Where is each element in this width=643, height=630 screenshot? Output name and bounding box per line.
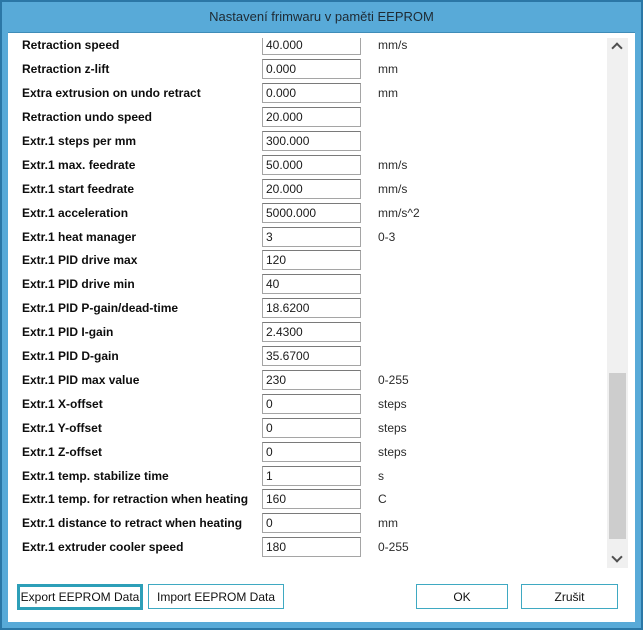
setting-label: Extr.1 temp. for retraction when heating — [22, 487, 248, 511]
setting-label: Extr.1 Y-offset — [22, 416, 102, 440]
setting-value-input[interactable] — [262, 274, 361, 294]
setting-value-input[interactable] — [262, 227, 361, 247]
setting-row: Extr.1 PID I-gain — [8, 320, 607, 344]
dialog-title: Nastavení frimwaru v paměti EEPROM — [209, 9, 434, 24]
setting-label: Extr.1 start feedrate — [22, 177, 134, 201]
setting-label: Extr.1 PID P-gain/dead-time — [22, 296, 178, 320]
setting-label: Extr.1 max. feedrate — [22, 153, 135, 177]
chevron-up-icon — [611, 42, 622, 53]
setting-value-input[interactable] — [262, 131, 361, 151]
setting-value-input[interactable] — [262, 489, 361, 509]
setting-label: Extr.1 steps per mm — [22, 129, 136, 153]
setting-value-input[interactable] — [262, 418, 361, 438]
setting-value-input[interactable] — [262, 83, 361, 103]
setting-row: Extr.1 PID drive min — [8, 272, 607, 296]
setting-label: Extr.1 acceleration — [22, 201, 128, 225]
setting-value-input[interactable] — [262, 250, 361, 270]
setting-value-input[interactable] — [262, 179, 361, 199]
setting-label: Extr.1 distance to retract when heating — [22, 511, 242, 535]
setting-label: Retraction z-lift — [22, 57, 109, 81]
eeprom-settings-dialog: Nastavení frimwaru v paměti EEPROM Retra… — [0, 0, 643, 630]
setting-row: Retraction undo speed — [8, 105, 607, 129]
titlebar[interactable]: Nastavení frimwaru v paměti EEPROM — [2, 2, 641, 32]
setting-unit: mm — [378, 511, 398, 535]
setting-label: Extr.1 temp. stabilize time — [22, 464, 169, 488]
settings-scroll-panel: Retraction speed mm/s Retraction z-lift … — [8, 38, 628, 568]
export-eeprom-button[interactable]: Export EEPROM Data — [17, 584, 143, 610]
setting-value-input[interactable] — [262, 466, 361, 486]
setting-value-input[interactable] — [262, 155, 361, 175]
setting-label: Extr.1 PID max value — [22, 368, 139, 392]
setting-value-input[interactable] — [262, 346, 361, 366]
setting-label: Extr.1 PID D-gain — [22, 344, 119, 368]
setting-row: Extra extrusion on undo retract mm — [8, 81, 607, 105]
setting-unit: steps — [378, 416, 407, 440]
setting-unit: mm/s — [378, 177, 407, 201]
setting-row: Extr.1 temp. stabilize time s — [8, 464, 607, 488]
setting-row: Extr.1 acceleration mm/s^2 — [8, 201, 607, 225]
setting-label: Retraction undo speed — [22, 105, 152, 129]
setting-row: Extr.1 X-offset steps — [8, 392, 607, 416]
cancel-button[interactable]: Zrušit — [521, 584, 618, 609]
setting-value-input[interactable] — [262, 38, 361, 55]
setting-row: Extr.1 PID D-gain — [8, 344, 607, 368]
setting-unit: 0-255 — [378, 368, 409, 392]
vertical-scrollbar[interactable] — [607, 38, 628, 568]
setting-unit: mm — [378, 81, 398, 105]
chevron-down-icon — [611, 551, 622, 562]
setting-row: Extr.1 heat manager 0-3 — [8, 225, 607, 249]
setting-label: Extr.1 Z-offset — [22, 440, 102, 464]
setting-label: Extr.1 heat manager — [22, 225, 136, 249]
setting-label: Extr.1 PID drive min — [22, 272, 135, 296]
setting-row: Retraction z-lift mm — [8, 57, 607, 81]
setting-unit: mm/s — [378, 38, 407, 57]
setting-row: Extr.1 steps per mm — [8, 129, 607, 153]
scroll-up-button[interactable] — [607, 38, 628, 55]
ok-button[interactable]: OK — [416, 584, 508, 609]
import-eeprom-button[interactable]: Import EEPROM Data — [148, 584, 284, 609]
setting-value-input[interactable] — [262, 322, 361, 342]
setting-value-input[interactable] — [262, 442, 361, 462]
setting-row: Extr.1 Z-offset steps — [8, 440, 607, 464]
setting-row: Extr.1 max. feedrate mm/s — [8, 153, 607, 177]
setting-unit: mm/s — [378, 153, 407, 177]
setting-value-input[interactable] — [262, 59, 361, 79]
setting-row: Extr.1 extruder cooler speed 0-255 — [8, 535, 607, 559]
scrollbar-thumb[interactable] — [609, 373, 626, 539]
setting-value-input[interactable] — [262, 537, 361, 557]
setting-row: Extr.1 start feedrate mm/s — [8, 177, 607, 201]
setting-label: Extra extrusion on undo retract — [22, 81, 201, 105]
setting-unit: C — [378, 487, 387, 511]
setting-row: Extr.1 temp. for retraction when heating… — [8, 487, 607, 511]
setting-unit: steps — [378, 392, 407, 416]
setting-unit: 0-255 — [378, 535, 409, 559]
setting-value-input[interactable] — [262, 370, 361, 390]
setting-value-input[interactable] — [262, 513, 361, 533]
setting-unit: mm — [378, 57, 398, 81]
setting-unit: 0-3 — [378, 225, 395, 249]
setting-row: Extr.1 PID max value 0-255 — [8, 368, 607, 392]
setting-row: Extr.1 distance to retract when heating … — [8, 511, 607, 535]
setting-unit: steps — [378, 440, 407, 464]
setting-label: Extr.1 extruder cooler speed — [22, 535, 183, 559]
dialog-body: Retraction speed mm/s Retraction z-lift … — [8, 32, 635, 622]
setting-label: Extr.1 PID drive max — [22, 248, 137, 272]
setting-label: Extr.1 X-offset — [22, 392, 103, 416]
scroll-down-button[interactable] — [607, 551, 628, 568]
setting-row: Extr.1 PID P-gain/dead-time — [8, 296, 607, 320]
setting-value-input[interactable] — [262, 298, 361, 318]
setting-row: Extr.1 Y-offset steps — [8, 416, 607, 440]
setting-unit: s — [378, 464, 384, 488]
setting-label: Retraction speed — [22, 38, 119, 57]
setting-value-input[interactable] — [262, 203, 361, 223]
setting-label: Extr.1 PID I-gain — [22, 320, 113, 344]
setting-row: Extr.1 PID drive max — [8, 248, 607, 272]
setting-value-input[interactable] — [262, 107, 361, 127]
setting-unit: mm/s^2 — [378, 201, 420, 225]
setting-row: Retraction speed mm/s — [8, 38, 607, 57]
setting-value-input[interactable] — [262, 394, 361, 414]
